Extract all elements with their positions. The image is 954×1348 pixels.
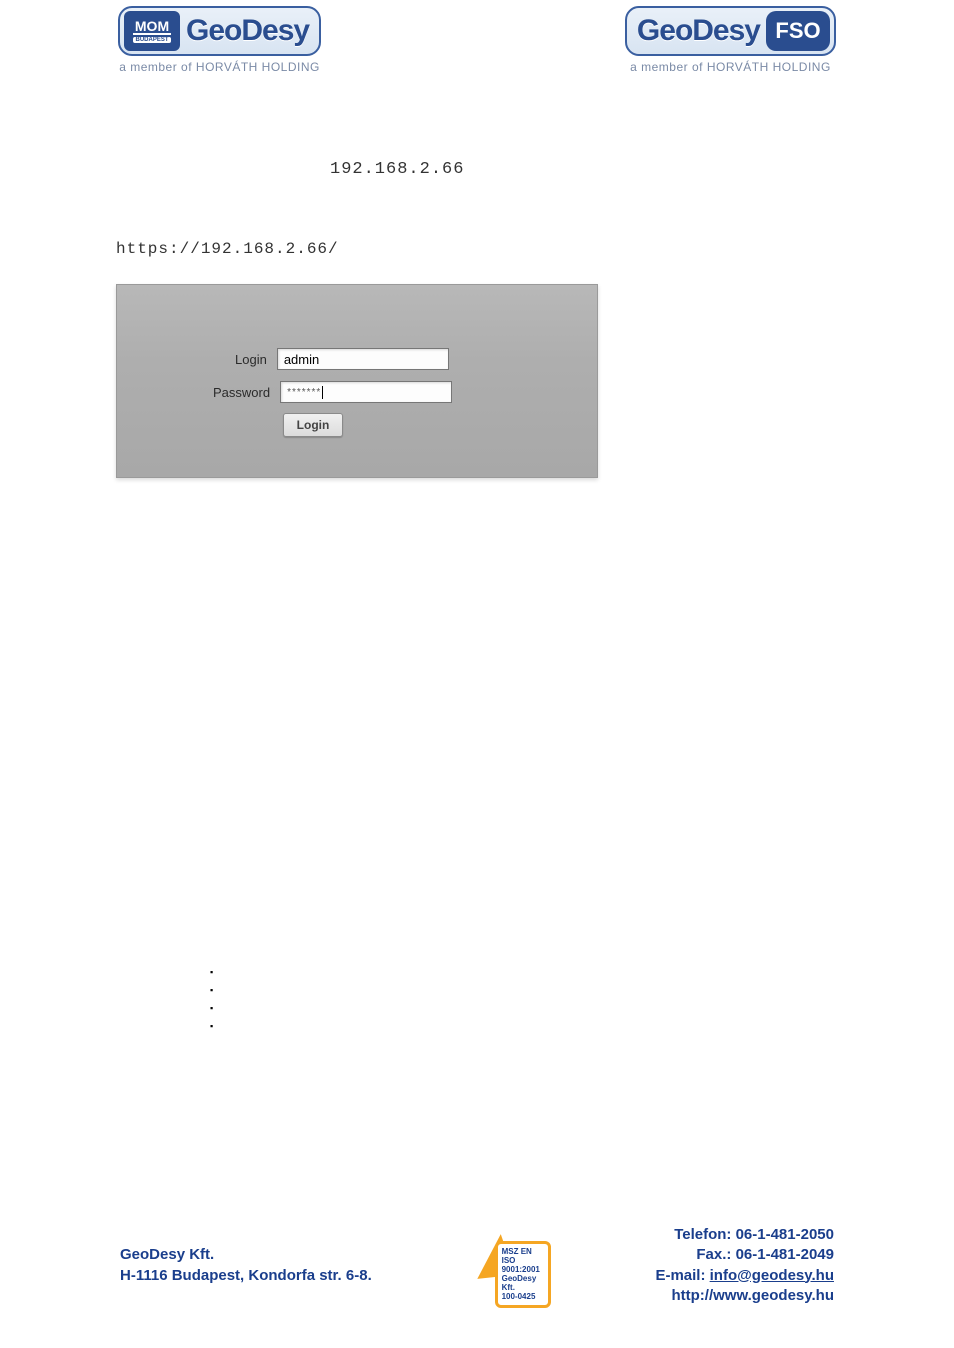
mom-badge: MOM BUDAPEST bbox=[124, 11, 180, 51]
brand-text-left: GeoDesy bbox=[186, 14, 309, 48]
logo-left-pill: MOM BUDAPEST GeoDesy bbox=[118, 6, 321, 56]
iso-text-box: MSZ EN ISO 9001:2001 GeoDesy Kft. 100-04… bbox=[495, 1241, 551, 1308]
iso-badge: MSZ EN ISO 9001:2001 GeoDesy Kft. 100-04… bbox=[477, 1231, 551, 1301]
fso-badge: FSO bbox=[766, 11, 830, 51]
password-mask: ******* bbox=[287, 387, 321, 398]
mom-badge-bottom: BUDAPEST bbox=[133, 37, 170, 43]
footer-phone: Telefon: 06-1-481-2050 bbox=[655, 1225, 834, 1245]
iso-line: GeoDesy Kft. bbox=[502, 1274, 544, 1292]
footer-email-link[interactable]: info@geodesy.hu bbox=[710, 1267, 834, 1284]
bullet-item bbox=[210, 998, 213, 1016]
ip-heading: 192.168.2.66 bbox=[330, 160, 464, 179]
page-footer: GeoDesy Kft. H-1116 Budapest, Kondorfa s… bbox=[0, 1225, 954, 1306]
tagline-right: a member of HORVÁTH HOLDING bbox=[625, 60, 836, 74]
password-row: Password ******* bbox=[213, 381, 452, 403]
iso-line: 100-0425 bbox=[502, 1292, 544, 1301]
bullet-item bbox=[210, 1016, 213, 1034]
mom-badge-top: MOM bbox=[133, 19, 171, 35]
url-text: https://192.168.2.66/ bbox=[116, 240, 339, 258]
password-input[interactable]: ******* bbox=[280, 381, 452, 403]
password-label: Password bbox=[213, 385, 270, 400]
bullet-list bbox=[210, 962, 213, 1034]
iso-line: ISO 9001:2001 bbox=[502, 1256, 544, 1274]
footer-email-line: E-mail: info@geodesy.hu bbox=[655, 1266, 834, 1286]
footer-address: H-1116 Budapest, Kondorfa str. 6-8. bbox=[120, 1266, 372, 1286]
login-input[interactable] bbox=[277, 348, 449, 370]
login-row: Login bbox=[235, 348, 449, 370]
footer-address-block: GeoDesy Kft. H-1116 Budapest, Kondorfa s… bbox=[120, 1245, 372, 1286]
footer-contact-block: Telefon: 06-1-481-2050 Fax.: 06-1-481-20… bbox=[655, 1225, 834, 1306]
login-label: Login bbox=[235, 352, 267, 367]
footer-email-prefix: E-mail: bbox=[655, 1267, 709, 1284]
brand-text-right: GeoDesy bbox=[637, 14, 760, 48]
login-button[interactable]: Login bbox=[283, 413, 343, 437]
text-caret-icon bbox=[322, 386, 323, 399]
footer-company: GeoDesy Kft. bbox=[120, 1245, 372, 1265]
footer-fax: Fax.: 06-1-481-2049 bbox=[655, 1245, 834, 1265]
login-panel: Login Password ******* Login bbox=[116, 284, 598, 478]
page-header: MOM BUDAPEST GeoDesy a member of HORVÁTH… bbox=[0, 0, 954, 74]
bullet-item bbox=[210, 962, 213, 980]
logo-left: MOM BUDAPEST GeoDesy a member of HORVÁTH… bbox=[118, 6, 321, 74]
logo-right-pill: GeoDesy FSO bbox=[625, 6, 836, 56]
iso-line: MSZ EN bbox=[502, 1247, 544, 1256]
footer-web: http://www.geodesy.hu bbox=[655, 1286, 834, 1306]
bullet-item bbox=[210, 980, 213, 998]
logo-right: GeoDesy FSO a member of HORVÁTH HOLDING bbox=[625, 6, 836, 74]
tagline-left: a member of HORVÁTH HOLDING bbox=[118, 60, 321, 74]
